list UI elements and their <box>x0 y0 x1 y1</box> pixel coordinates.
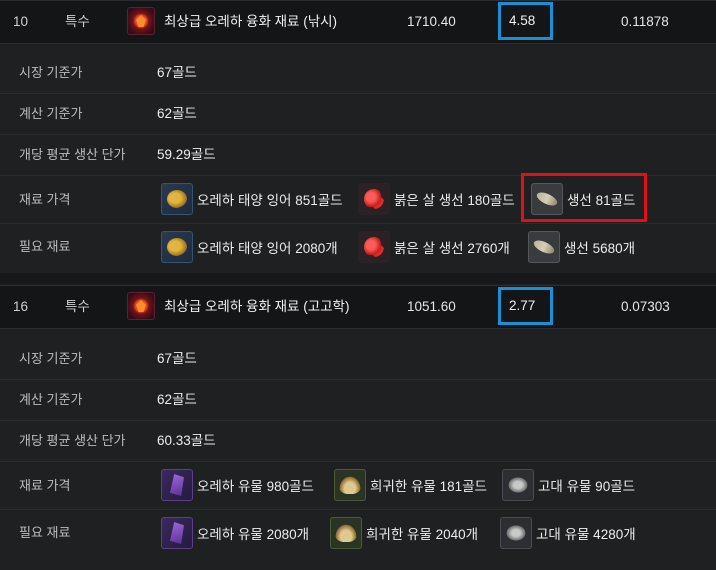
block-separator <box>0 273 716 284</box>
avg-cost-label: 개당 평균 생산 단가 <box>19 147 126 162</box>
material-price-text: 오레하 유물 980골드 <box>197 479 314 494</box>
rare-relic-icon <box>330 517 362 549</box>
material-need-text: 오레하 태양 잉어 2080개 <box>197 241 338 256</box>
avg-cost-row: 개당 평균 생산 단가 59.29골드 <box>0 135 716 176</box>
material-need-item: 생선 5680개 <box>528 224 635 270</box>
market-price-label: 시장 기준가 <box>19 65 83 80</box>
material-need-row: 필요 재료 오레하 태양 잉어 2080개 붉은 살 생선 2760개 생선 5… <box>0 224 716 270</box>
fish-icon <box>528 231 560 263</box>
material-price-row: 재료 가격 오레하 유물 980골드 희귀한 유물 181골드 고대 유물 90… <box>0 462 716 510</box>
material-need-text: 희귀한 유물 2040개 <box>366 527 479 542</box>
material-need-item: 희귀한 유물 2040개 <box>330 510 478 556</box>
red-flesh-fish-icon <box>358 183 390 215</box>
item-value-1: 1051.60 <box>407 299 456 314</box>
material-price-text: 오레하 태양 잉어 851골드 <box>197 193 343 208</box>
oreha-relic-icon <box>161 517 193 549</box>
material-price-item: 오레하 유물 980골드 <box>161 462 314 508</box>
material-need-row: 필요 재료 오레하 유물 2080개 희귀한 유물 2040개 고대 유물 42… <box>0 510 716 556</box>
material-need-item: 고대 유물 4280개 <box>500 510 636 556</box>
material-need-text: 오레하 유물 2080개 <box>197 527 310 542</box>
market-price-value: 67골드 <box>157 65 197 80</box>
market-price-row: 시장 기준가 67골드 <box>0 53 716 94</box>
avg-cost-value: 59.29골드 <box>157 147 216 162</box>
calc-price-value: 62골드 <box>157 392 197 407</box>
ancient-relic-icon <box>502 469 534 501</box>
calc-price-row: 계산 기준가 62골드 <box>0 380 716 421</box>
item-type: 특수 <box>65 14 90 29</box>
item-number: 10 <box>13 14 29 29</box>
material-price-text: 붉은 살 생선 180골드 <box>394 193 515 208</box>
avg-cost-label: 개당 평균 생산 단가 <box>19 433 126 448</box>
material-price-item: 오레하 태양 잉어 851골드 <box>161 176 343 222</box>
item-header-row[interactable]: 16 특수 최상급 오레하 융화 재료 (고고학) 1051.60 2.77 0… <box>0 285 716 329</box>
avg-cost-row: 개당 평균 생산 단가 60.33골드 <box>0 421 716 462</box>
material-price-item: 희귀한 유물 181골드 <box>334 462 487 508</box>
fusion-material-icon <box>127 7 155 35</box>
material-need-label: 필요 재료 <box>19 525 71 540</box>
material-price-text: 고대 유물 90골드 <box>538 479 636 494</box>
material-need-label: 필요 재료 <box>19 239 71 254</box>
rare-relic-icon <box>334 469 366 501</box>
market-price-value: 67골드 <box>157 351 197 366</box>
material-need-text: 고대 유물 4280개 <box>536 527 636 542</box>
item-value-3: 0.07303 <box>621 299 670 314</box>
material-price-label: 재료 가격 <box>19 478 71 493</box>
item-name: 최상급 오레하 융화 재료 (낚시) <box>164 14 338 29</box>
calc-price-value: 62골드 <box>157 106 197 121</box>
material-need-text: 붉은 살 생선 2760개 <box>394 241 510 256</box>
material-price-text: 희귀한 유물 181골드 <box>370 479 487 494</box>
item-value-2-highlighted: 2.77 <box>498 287 553 325</box>
item-value-3: 0.11878 <box>621 14 669 29</box>
sun-carp-icon <box>161 231 193 263</box>
material-price-label: 재료 가격 <box>19 192 71 207</box>
item-name: 최상급 오레하 융화 재료 (고고학) <box>164 299 350 314</box>
avg-cost-value: 60.33골드 <box>157 433 216 448</box>
calc-price-row: 계산 기준가 62골드 <box>0 94 716 135</box>
material-price-item: 고대 유물 90골드 <box>502 462 635 508</box>
item-value-2-highlighted: 4.58 <box>498 2 553 40</box>
material-price-item: 붉은 살 생선 180골드 <box>358 176 515 222</box>
calc-price-label: 계산 기준가 <box>19 106 83 121</box>
red-flesh-fish-icon <box>358 231 390 263</box>
item-value-1: 1710.40 <box>407 14 456 29</box>
calc-price-label: 계산 기준가 <box>19 392 83 407</box>
ancient-relic-icon <box>500 517 532 549</box>
market-price-row: 시장 기준가 67골드 <box>0 339 716 380</box>
material-need-item: 붉은 살 생선 2760개 <box>358 224 510 270</box>
highlight-box <box>521 173 647 222</box>
item-number: 16 <box>13 299 29 314</box>
item-header-row[interactable]: 10 특수 최상급 오레하 융화 재료 (낚시) 1710.40 4.58 0.… <box>0 0 716 44</box>
material-need-item: 오레하 태양 잉어 2080개 <box>161 224 338 270</box>
material-need-item: 오레하 유물 2080개 <box>161 510 309 556</box>
item-type: 특수 <box>65 299 90 314</box>
fusion-material-icon <box>127 292 155 320</box>
oreha-relic-icon <box>161 469 193 501</box>
market-price-label: 시장 기준가 <box>19 351 83 366</box>
material-need-text: 생선 5680개 <box>564 241 636 256</box>
sun-carp-icon <box>161 183 193 215</box>
